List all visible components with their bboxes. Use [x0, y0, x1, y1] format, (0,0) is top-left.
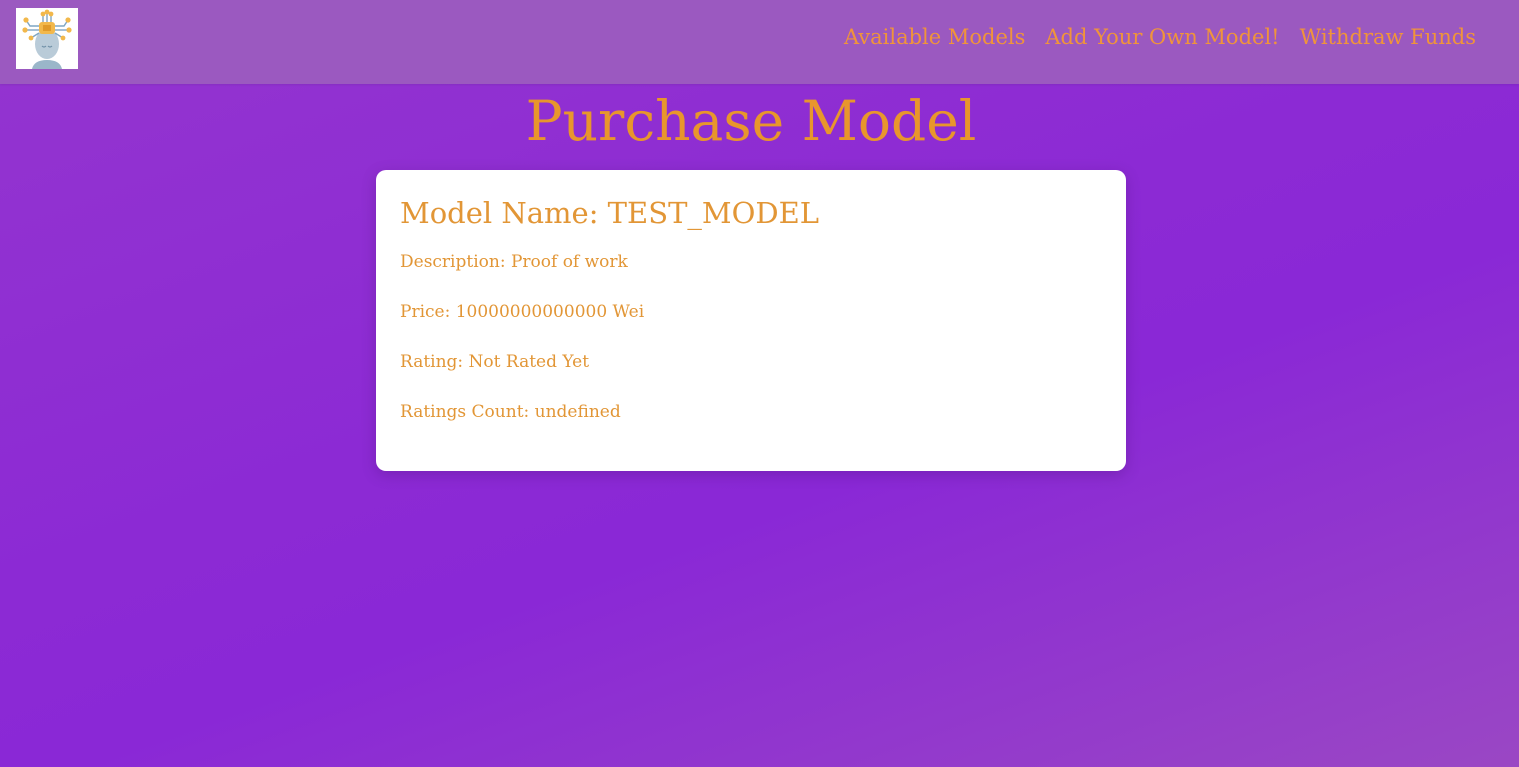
top-navbar: Available Models Add Your Own Model! Wit…	[0, 0, 1519, 84]
nav-available-models-link[interactable]: Available Models	[844, 22, 1025, 52]
page-title: Purchase Model	[525, 89, 977, 153]
ai-head-circuit-icon[interactable]	[16, 8, 78, 69]
model-rating: Rating: Not Rated Yet	[400, 352, 590, 372]
model-card: Model Name: TEST_MODEL Description: Proo…	[376, 170, 1126, 471]
model-ratings-count: Ratings Count: undefined	[400, 402, 621, 422]
model-price: Price: 10000000000000 Wei	[400, 302, 645, 322]
model-description: Description: Proof of work	[400, 252, 628, 272]
model-name-heading: Model Name: TEST_MODEL	[400, 196, 820, 230]
nav-add-model-link[interactable]: Add Your Own Model!	[1045, 22, 1279, 52]
main-nav: Available Models Add Your Own Model! Wit…	[844, 22, 1476, 52]
nav-withdraw-funds-link[interactable]: Withdraw Funds	[1300, 22, 1476, 52]
